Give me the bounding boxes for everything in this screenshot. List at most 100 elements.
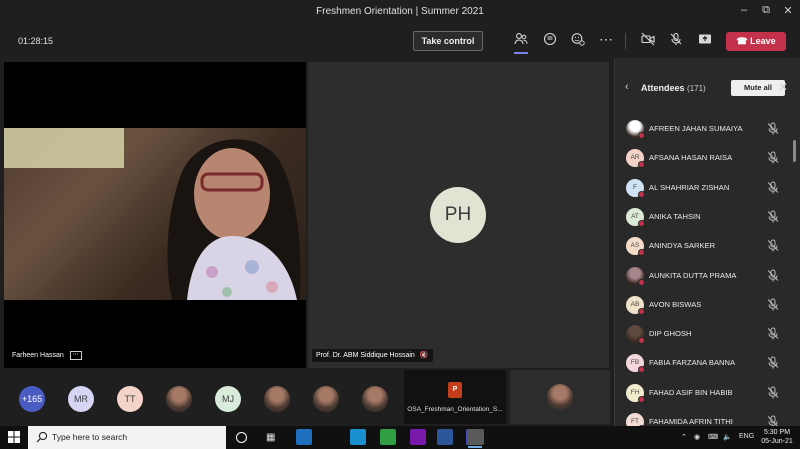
presence-status-icon bbox=[638, 337, 645, 345]
search-placeholder: Type here to search bbox=[52, 432, 128, 442]
attendee-name: AUNKITA DUTTA PRAMA bbox=[649, 270, 737, 280]
presence-status-icon bbox=[638, 366, 645, 374]
phone-hangup-icon: ☎ bbox=[736, 36, 748, 46]
word-icon[interactable] bbox=[437, 429, 453, 445]
mic-off-icon[interactable] bbox=[767, 122, 779, 136]
close-icon[interactable]: ✕ bbox=[781, 4, 795, 17]
share-tray-icon[interactable] bbox=[696, 32, 714, 50]
mic-off-icon[interactable] bbox=[767, 269, 779, 283]
shared-file-name: OSA_Freshman_Orientation_S... bbox=[407, 406, 503, 413]
minimize-icon[interactable]: – bbox=[737, 4, 751, 16]
attendee-row[interactable]: F AL SHAHRIAR ZISHAN bbox=[615, 175, 793, 204]
volume-icon[interactable]: 🔈 bbox=[723, 433, 732, 441]
keyboard-icon[interactable]: ⌨ bbox=[708, 433, 718, 441]
chat-icon[interactable] bbox=[541, 32, 559, 50]
presence-status-icon bbox=[638, 161, 645, 169]
shared-content-tile[interactable]: P OSA_Freshman_Orientation_S... bbox=[404, 370, 506, 424]
attendee-row[interactable]: AUNKITA DUTTA PRAMA bbox=[615, 263, 793, 292]
attendee-row[interactable]: AR AFSANA HASAN RAISA bbox=[615, 145, 793, 174]
clock-time: 5:30 PM bbox=[763, 429, 791, 436]
attendee-name: AFREEN JAHAN SUMAIYA bbox=[649, 124, 743, 133]
mic-off-icon[interactable] bbox=[767, 327, 779, 341]
presence-status-icon bbox=[638, 219, 645, 227]
snipping-tool-icon[interactable] bbox=[468, 429, 484, 448]
participant-tile[interactable] bbox=[510, 370, 610, 424]
participant-photo bbox=[547, 384, 573, 410]
attendee-row[interactable]: AFREEN JAHAN SUMAIYA bbox=[615, 116, 793, 145]
attendee-name: FABIA FARZANA BANNA bbox=[649, 358, 736, 368]
participant-photo[interactable] bbox=[313, 386, 339, 412]
network-icon[interactable]: ◉ bbox=[694, 433, 700, 441]
mic-off-icon[interactable] bbox=[767, 151, 779, 165]
taskbar-search[interactable]: Type here to search bbox=[28, 426, 226, 449]
mic-off-icon[interactable] bbox=[767, 181, 779, 195]
reactions-icon[interactable] bbox=[569, 32, 587, 50]
attendee-row[interactable]: FT FAHAMIDA AFRIN TITHI bbox=[615, 409, 793, 426]
chevron-left-icon[interactable]: ‹ bbox=[625, 81, 629, 93]
avatar-tile[interactable]: PH Prof. Dr. ABM Siddique Hossain 🔇 bbox=[308, 62, 609, 368]
chrome-icon[interactable] bbox=[380, 429, 396, 445]
attendee-row[interactable]: FB FABIA FARZANA BANNA bbox=[615, 350, 793, 379]
participant-photo[interactable] bbox=[166, 386, 192, 412]
mic-off-icon[interactable] bbox=[767, 356, 779, 370]
person-image bbox=[167, 139, 301, 300]
onenote-icon[interactable] bbox=[410, 429, 426, 445]
attendee-row[interactable]: DIP GHOSH bbox=[615, 321, 793, 350]
attendee-count: (171) bbox=[687, 84, 706, 93]
mute-all-button[interactable]: Mute all bbox=[731, 80, 785, 96]
windows-start-icon[interactable] bbox=[8, 431, 20, 443]
panel-header: ‹ Attendees (171) Mute all ✕ bbox=[615, 58, 800, 100]
camera-off-icon[interactable] bbox=[639, 32, 657, 50]
mic-off-icon: 🔇 bbox=[419, 352, 429, 359]
participant-avatar[interactable]: TT bbox=[117, 386, 143, 412]
people-icon[interactable] bbox=[512, 32, 530, 54]
powerpoint-icon: P bbox=[448, 382, 462, 398]
mic-off-icon[interactable] bbox=[767, 298, 779, 312]
participant-video bbox=[4, 128, 306, 300]
cortana-icon[interactable] bbox=[236, 432, 247, 443]
mic-off-icon[interactable] bbox=[767, 210, 779, 224]
participant-photo[interactable] bbox=[362, 386, 388, 412]
attendee-name: AVON BISWAS bbox=[649, 299, 702, 309]
language-indicator[interactable]: ENG bbox=[739, 433, 754, 440]
attendee-list: AFREEN JAHAN SUMAIYA AR AFSANA HASAN RAISA… bbox=[615, 116, 800, 426]
window-title: Freshmen Orientation | Summer 2021 bbox=[316, 6, 484, 17]
more-icon[interactable]: ⋯ bbox=[597, 32, 615, 50]
file-explorer-icon[interactable] bbox=[296, 429, 312, 445]
leave-button[interactable]: ☎ Leave bbox=[726, 32, 786, 51]
participant-photo[interactable] bbox=[264, 386, 290, 412]
show-hidden-icons-icon[interactable]: ⌃ bbox=[681, 433, 687, 441]
participant-avatar[interactable]: MR bbox=[68, 386, 94, 412]
taskbar-clock[interactable]: 5:30 PM 05-Jun-21 bbox=[757, 428, 797, 446]
mic-off-icon[interactable] bbox=[767, 386, 779, 400]
mic-off-icon[interactable] bbox=[667, 32, 685, 50]
participant-name: Prof. Dr. ABM Siddique Hossain bbox=[316, 352, 415, 359]
task-view-icon[interactable]: ▦ bbox=[266, 432, 275, 443]
take-control-button[interactable]: Take control bbox=[413, 31, 483, 51]
restore-icon[interactable]: ⧉ bbox=[759, 4, 773, 17]
scrollbar[interactable] bbox=[793, 140, 796, 162]
toolbar-divider bbox=[625, 33, 626, 49]
edge-icon[interactable] bbox=[350, 429, 366, 445]
more-options-icon[interactable]: ⋯ bbox=[69, 350, 82, 360]
meeting-toolbar: 01:28:15 Take control ⋯ ☎ Leave bbox=[0, 24, 800, 58]
attendee-name: AL SHAHRIAR ZISHAN bbox=[649, 182, 730, 192]
close-panel-icon[interactable]: ✕ bbox=[778, 80, 788, 94]
overflow-count-badge[interactable]: +165 bbox=[19, 386, 45, 412]
attendee-row[interactable]: FH FAHAD ASIF BIN HABIB bbox=[615, 380, 793, 409]
attendee-row[interactable]: AS ANINDYA SARKER bbox=[615, 233, 793, 262]
windows-taskbar: Type here to search ▦ ⌃ ◉ ⌨ 🔈 ENG 5:30 P… bbox=[0, 426, 800, 449]
mic-off-icon[interactable] bbox=[767, 415, 779, 426]
attendee-row[interactable]: AT ANIKA TAHSIN bbox=[615, 204, 793, 233]
presence-status-icon bbox=[638, 190, 645, 198]
attendee-name: FAHAMIDA AFRIN TITHI bbox=[649, 417, 733, 426]
participant-avatar[interactable]: MJ bbox=[215, 386, 241, 412]
video-tile[interactable]: Farheen Hassan ⋯ bbox=[4, 62, 306, 368]
clock-date: 05-Jun-21 bbox=[761, 438, 793, 445]
presence-status-icon bbox=[638, 307, 645, 315]
mic-off-icon[interactable] bbox=[767, 239, 779, 253]
presence-status-icon bbox=[638, 395, 645, 403]
presence-status-icon bbox=[638, 249, 645, 257]
attendee-row[interactable]: AB AVON BISWAS bbox=[615, 292, 793, 321]
panel-title: Attendees (171) bbox=[641, 83, 706, 93]
